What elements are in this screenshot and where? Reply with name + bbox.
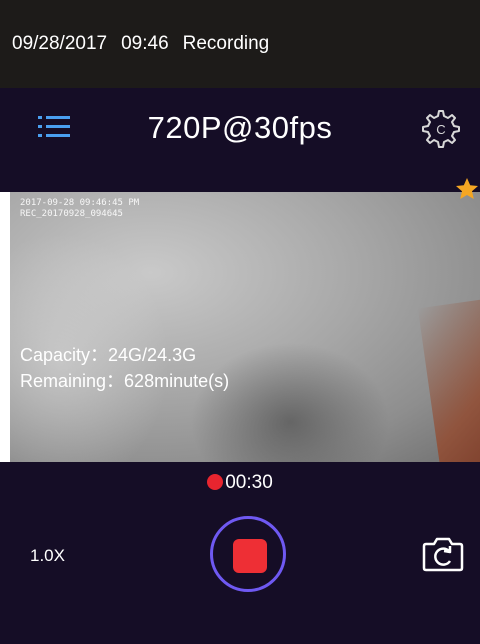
resolution-label[interactable]: 720P@30fps: [0, 110, 480, 146]
zoom-button[interactable]: 1.0X: [30, 546, 65, 566]
storage-info: Capacity：24G/24.3G Remaining：628minute(s…: [20, 342, 229, 394]
camera-preview[interactable]: 2017-09-28 09:46:45 PM REC_20170928_0946…: [10, 192, 480, 462]
top-toolbar: 720P@30fps C: [0, 88, 480, 192]
gear-icon: C: [422, 110, 460, 148]
status-date: 09/28/2017: [12, 33, 108, 54]
osd-timestamp: 2017-09-28 09:46:45 PM: [20, 198, 140, 208]
camera-app-screen: 09/28/2017 09:46 Recording 720P@30fps C: [0, 0, 480, 644]
bottom-controls: 00:30 1.0X: [0, 462, 480, 644]
stop-icon: [233, 539, 267, 573]
status-time: 09:46: [121, 33, 169, 54]
svg-text:C: C: [436, 122, 445, 137]
settings-button[interactable]: C: [418, 106, 464, 152]
osd-filename: REC_20170928_094645: [20, 209, 123, 219]
snapshot-button[interactable]: [420, 534, 466, 574]
recording-timer: 00:30: [0, 472, 480, 494]
timer-text: 00:30: [225, 472, 273, 493]
preview-osd: 2017-09-28 09:46:45 PM REC_20170928_0946…: [20, 198, 139, 220]
record-button[interactable]: [210, 516, 286, 592]
status-recording: Recording: [182, 33, 270, 54]
status-bar: 09/28/2017 09:46 Recording: [0, 0, 480, 88]
star-icon: [456, 178, 478, 199]
favorite-button[interactable]: [454, 176, 480, 202]
preview-object: [417, 297, 480, 462]
recording-dot-icon: [207, 474, 224, 490]
remaining-text: Remaining：628minute(s): [20, 371, 230, 391]
capacity-text: Capacity：24G/24.3G: [20, 345, 197, 365]
camera-icon: [422, 537, 464, 572]
